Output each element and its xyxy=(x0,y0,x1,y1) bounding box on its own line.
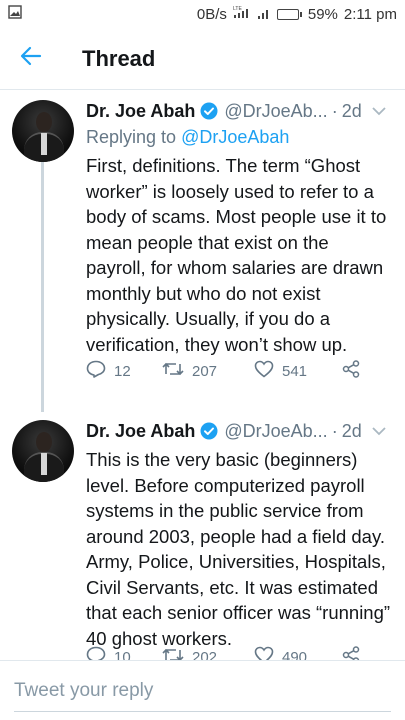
like-button[interactable]: 490 xyxy=(254,646,342,660)
author-name[interactable]: Dr. Joe Abah xyxy=(86,101,195,122)
tweet-actions: 12 207 541 xyxy=(86,360,360,382)
tweet-time[interactable]: 2d xyxy=(342,101,362,122)
battery-percent: 59% xyxy=(307,5,338,23)
share-icon xyxy=(342,360,360,382)
clock: 2:11 pm xyxy=(343,5,397,23)
share-button[interactable] xyxy=(342,646,360,660)
retweet-count: 202 xyxy=(192,648,218,661)
thread-connector-line xyxy=(41,162,44,412)
input-underline xyxy=(14,711,391,712)
back-arrow-icon xyxy=(20,46,42,71)
retweet-icon xyxy=(162,647,184,660)
tweet-text: This is the very basic (beginners) level… xyxy=(86,449,391,649)
tweet[interactable]: Dr. Joe Abah @DrJoeAb... · 2d This is th… xyxy=(0,410,405,660)
heart-icon xyxy=(254,360,274,382)
heart-icon xyxy=(254,646,274,660)
retweet-button[interactable]: 202 xyxy=(162,647,254,660)
tweet-time[interactable]: 2d xyxy=(342,421,362,442)
verified-badge-icon xyxy=(200,102,218,120)
author-name[interactable]: Dr. Joe Abah xyxy=(86,421,195,442)
page-title: Thread xyxy=(82,45,156,71)
signal-icon xyxy=(257,6,271,23)
tweet-actions: 10 202 490 xyxy=(86,646,360,660)
lte-signal-icon: LTE xyxy=(233,5,251,23)
replying-to-link[interactable]: @DrJoeAbah xyxy=(181,127,289,147)
verified-badge-icon xyxy=(200,422,218,440)
share-button[interactable] xyxy=(342,360,360,382)
tweet-text: First, definitions. The term “Ghost work… xyxy=(86,155,387,355)
status-bar: 0B/s LTE 59% 2:11 pm xyxy=(0,0,405,28)
image-notification-icon xyxy=(8,5,22,23)
net-speed: 0B/s xyxy=(196,5,227,23)
back-button[interactable] xyxy=(0,28,62,90)
retweet-button[interactable]: 207 xyxy=(162,361,254,381)
tweet-header: Dr. Joe Abah @DrJoeAb... · 2d xyxy=(86,418,391,444)
tweet-reply-input[interactable]: Tweet your reply xyxy=(14,680,405,702)
separator-dot: · xyxy=(331,420,338,441)
like-button[interactable]: 541 xyxy=(254,360,342,382)
like-count: 541 xyxy=(282,362,308,380)
retweet-count: 207 xyxy=(192,362,218,380)
battery-icon xyxy=(276,8,302,20)
replying-to: Replying to @DrJoeAbah xyxy=(86,124,391,150)
reply-icon xyxy=(86,646,106,660)
app-header: Thread xyxy=(0,28,405,90)
chevron-down-icon[interactable] xyxy=(372,426,386,436)
separator-dot: · xyxy=(331,100,338,121)
reply-count: 10 xyxy=(114,648,131,661)
reply-button[interactable]: 10 xyxy=(86,646,162,660)
tweet[interactable]: Dr. Joe Abah @DrJoeAb... · 2d Replying t… xyxy=(0,90,405,412)
reply-icon xyxy=(86,360,106,382)
reply-button[interactable]: 12 xyxy=(86,360,162,382)
share-icon xyxy=(342,646,360,660)
like-count: 490 xyxy=(282,648,308,661)
avatar[interactable] xyxy=(12,100,74,162)
thread-list[interactable]: Dr. Joe Abah @DrJoeAb... · 2d Replying t… xyxy=(0,90,405,660)
author-handle[interactable]: @DrJoeAb... xyxy=(224,421,327,442)
retweet-icon xyxy=(162,361,184,381)
author-handle[interactable]: @DrJoeAb... xyxy=(224,101,327,122)
replying-to-label: Replying to xyxy=(86,127,182,147)
chevron-down-icon[interactable] xyxy=(372,106,386,116)
reply-compose-bar: Tweet your reply xyxy=(0,660,405,720)
status-left xyxy=(8,5,22,23)
tweet-header: Dr. Joe Abah @DrJoeAb... · 2d xyxy=(86,98,391,124)
status-right: 0B/s LTE 59% 2:11 pm xyxy=(197,5,397,23)
svg-text:LTE: LTE xyxy=(233,6,242,12)
reply-count: 12 xyxy=(114,362,131,380)
avatar[interactable] xyxy=(12,420,74,482)
